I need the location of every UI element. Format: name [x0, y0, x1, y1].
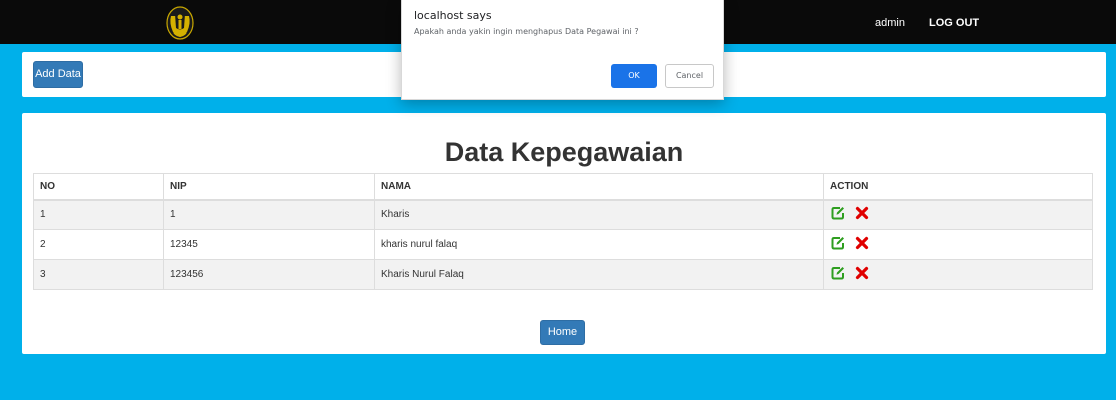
- column-header-nip: NIP: [163, 173, 375, 201]
- column-header-action: ACTION: [823, 173, 1093, 201]
- delete-icon[interactable]: [855, 236, 869, 250]
- cell-no: 1: [33, 199, 164, 230]
- cell-action: [823, 229, 1093, 260]
- home-button[interactable]: Home: [540, 320, 585, 345]
- cell-nama: Kharis: [374, 199, 824, 230]
- cell-nama: Kharis Nurul Falaq: [374, 259, 824, 290]
- column-header-nama: NAMA: [374, 173, 824, 201]
- add-data-button[interactable]: Add Data: [33, 61, 83, 88]
- cell-nama: kharis nurul falaq: [374, 229, 824, 260]
- table-header-row: NO NIP NAMA ACTION: [33, 173, 1093, 201]
- employee-table: NO NIP NAMA ACTION 1 1 Kharis 2 12345 kh…: [33, 173, 1093, 290]
- edit-icon[interactable]: [831, 266, 845, 280]
- dialog-ok-button[interactable]: OK: [611, 64, 657, 88]
- delete-icon[interactable]: [855, 206, 869, 220]
- delete-icon[interactable]: [855, 266, 869, 280]
- column-header-no: NO: [33, 173, 164, 201]
- user-label: admin: [875, 17, 905, 29]
- logout-link[interactable]: LOG OUT: [929, 17, 979, 29]
- table-row: 1 1 Kharis: [33, 199, 1093, 230]
- cell-action: [823, 259, 1093, 290]
- emblem-logo-icon: [166, 6, 194, 40]
- cell-nip: 123456: [163, 259, 375, 290]
- cell-no: 2: [33, 229, 164, 260]
- cell-nip: 12345: [163, 229, 375, 260]
- table-row: 2 12345 kharis nurul falaq: [33, 229, 1093, 260]
- cell-action: [823, 199, 1093, 230]
- dialog-message: Apakah anda yakin ingin menghapus Data P…: [414, 27, 639, 36]
- dialog-title: localhost says: [414, 9, 492, 22]
- confirm-dialog: localhost says Apakah anda yakin ingin m…: [401, 0, 724, 100]
- dialog-cancel-button[interactable]: Cancel: [665, 64, 714, 88]
- edit-icon[interactable]: [831, 206, 845, 220]
- page-title: Data Kepegawaian: [444, 137, 684, 167]
- data-panel: Data Kepegawaian NO NIP NAMA ACTION 1 1 …: [22, 113, 1106, 354]
- cell-nip: 1: [163, 199, 375, 230]
- table-row: 3 123456 Kharis Nurul Falaq: [33, 259, 1093, 290]
- edit-icon[interactable]: [831, 236, 845, 250]
- cell-no: 3: [33, 259, 164, 290]
